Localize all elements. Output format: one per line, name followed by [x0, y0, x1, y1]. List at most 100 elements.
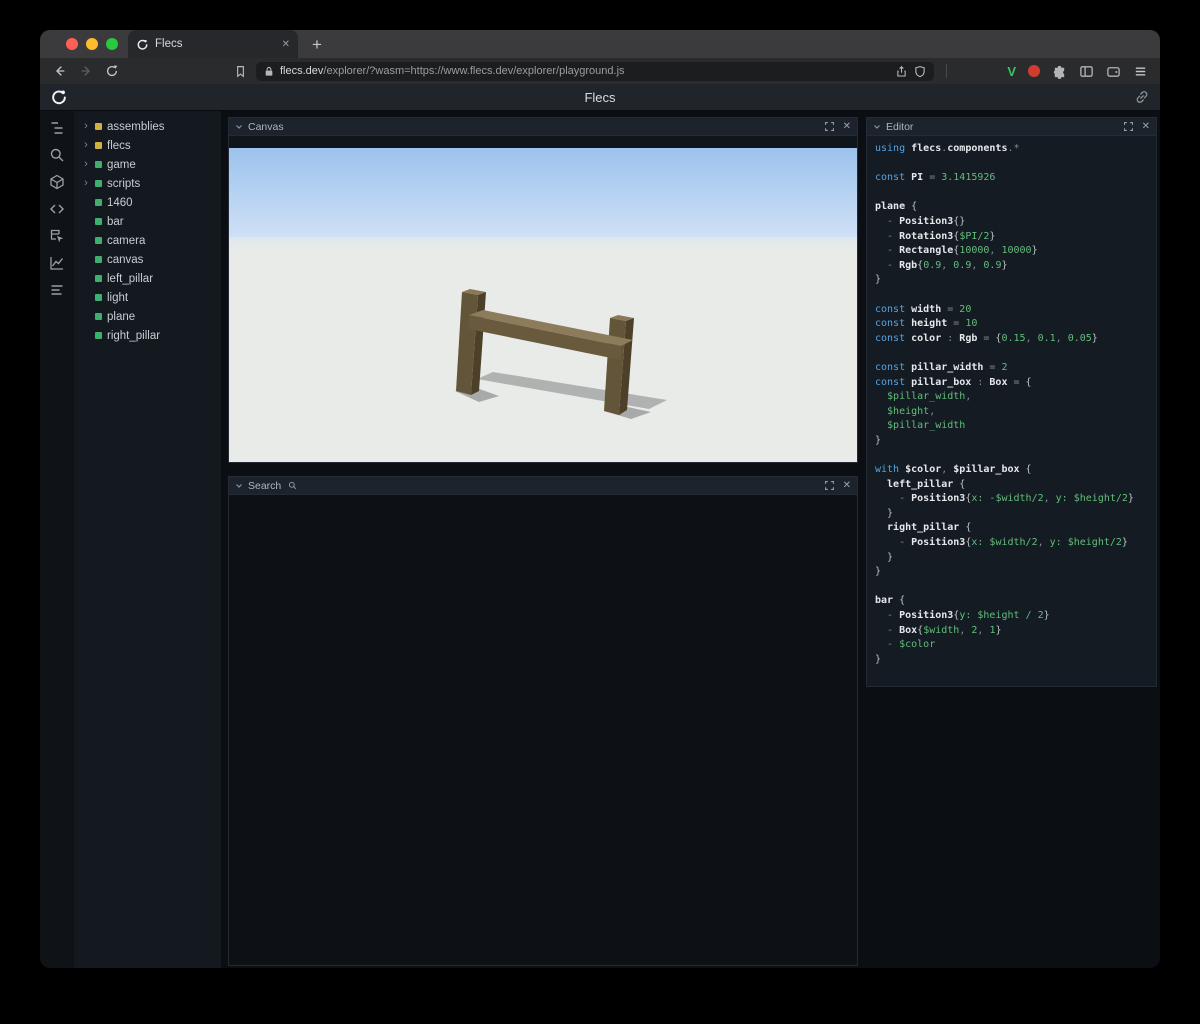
editor-code[interactable]: using flecs.components.* const PI = 3.14… — [867, 136, 1156, 686]
tree-item-scripts[interactable]: › scripts — [74, 174, 221, 193]
forward-button[interactable] — [76, 61, 96, 81]
code-line[interactable]: const PI = 3.1415926 — [875, 171, 1156, 186]
code-line[interactable]: left_pillar { — [875, 478, 1156, 493]
code-line[interactable]: - Box{$width, 2, 1} — [875, 624, 1156, 639]
tree-item-plane[interactable]: plane — [74, 307, 221, 326]
tree-item-game[interactable]: › game — [74, 155, 221, 174]
reload-button[interactable] — [102, 61, 122, 81]
tree-item-right_pillar[interactable]: right_pillar — [74, 326, 221, 345]
code-line[interactable]: - Rgb{0.9, 0.9, 0.9} — [875, 259, 1156, 274]
expand-arrow-icon[interactable]: › — [82, 121, 90, 132]
code-line[interactable]: } — [875, 434, 1156, 449]
cube-icon[interactable] — [44, 173, 70, 191]
tree-item-light[interactable]: light — [74, 288, 221, 307]
code-line[interactable]: - Position3{y: $height / 2} — [875, 609, 1156, 624]
code-line[interactable]: - $color — [875, 638, 1156, 653]
expand-arrow-icon[interactable]: › — [82, 159, 90, 170]
entity-tree: › assemblies › flecs › game › scripts 1460 bar cam… — [74, 111, 221, 968]
expand-icon[interactable] — [824, 481, 834, 490]
bookmark-icon[interactable] — [230, 61, 250, 81]
code-line[interactable]: - Rectangle{10000, 10000} — [875, 244, 1156, 259]
code-line[interactable]: } — [875, 273, 1156, 288]
code-line[interactable]: } — [875, 551, 1156, 566]
extensions-puzzle-icon[interactable] — [1052, 64, 1067, 79]
code-line[interactable]: const pillar_box : Box = { — [875, 376, 1156, 391]
entity-color-square — [95, 161, 102, 168]
code-line[interactable]: right_pillar { — [875, 521, 1156, 536]
code-line[interactable] — [875, 580, 1156, 595]
tree-item-flecs[interactable]: › flecs — [74, 136, 221, 155]
tree-item-camera[interactable]: camera — [74, 231, 221, 250]
entity-label: right_pillar — [107, 329, 161, 342]
entity-label: bar — [107, 215, 124, 228]
expand-arrow-icon[interactable]: › — [82, 178, 90, 189]
code-line[interactable]: } — [875, 653, 1156, 668]
canvas-panel-header: Canvas ✕ — [229, 118, 857, 136]
code-line[interactable]: with $color, $pillar_box { — [875, 463, 1156, 478]
back-button[interactable] — [50, 61, 70, 81]
entity-tree-icon[interactable] — [44, 119, 70, 137]
code-line[interactable]: bar { — [875, 594, 1156, 609]
code-line[interactable]: const height = 10 — [875, 317, 1156, 332]
code-line[interactable]: const width = 20 — [875, 303, 1156, 318]
zoom-window-button[interactable] — [106, 38, 118, 50]
new-tab-button[interactable]: + — [312, 36, 322, 53]
share-icon[interactable] — [895, 65, 908, 78]
toolbar-divider — [946, 64, 948, 78]
code-line[interactable] — [875, 346, 1156, 361]
v-extension-icon[interactable]: V — [1007, 64, 1016, 79]
code-line[interactable]: } — [875, 565, 1156, 580]
code-icon[interactable] — [44, 200, 70, 218]
tree-item-bar[interactable]: bar — [74, 212, 221, 231]
browser-tab[interactable]: Flecs ✕ — [128, 30, 298, 58]
canvas-panel: Canvas ✕ — [228, 117, 858, 463]
code-line[interactable]: - Position3{x: $width/2, y: $height/2} — [875, 536, 1156, 551]
code-line[interactable]: - Rotation3{$PI/2} — [875, 230, 1156, 245]
tree-item-assemblies[interactable]: › assemblies — [74, 117, 221, 136]
close-icon[interactable]: ✕ — [1142, 121, 1150, 132]
chart-icon[interactable] — [44, 254, 70, 272]
url-bar[interactable]: flecs.dev/explorer/?wasm=https://www.fle… — [256, 61, 935, 81]
entity-label: scripts — [107, 177, 141, 190]
wallet-icon[interactable] — [1106, 64, 1121, 79]
code-line[interactable]: using flecs.components.* — [875, 142, 1156, 157]
brave-shield-icon[interactable] — [914, 65, 926, 78]
code-line[interactable] — [875, 448, 1156, 463]
close-icon[interactable]: ✕ — [843, 480, 851, 491]
sidebar-toggle-icon[interactable] — [1079, 64, 1094, 79]
code-line[interactable]: - Position3{x: -$width/2, y: $height/2} — [875, 492, 1156, 507]
search-body[interactable] — [229, 495, 857, 965]
expand-icon[interactable] — [824, 122, 834, 131]
red-extension-icon[interactable] — [1028, 65, 1040, 77]
chevron-down-icon[interactable] — [235, 123, 243, 131]
code-line[interactable] — [875, 157, 1156, 172]
code-line[interactable]: const pillar_width = 2 — [875, 361, 1156, 376]
stats-icon[interactable] — [44, 281, 70, 299]
code-line[interactable]: plane { — [875, 200, 1156, 215]
chevron-down-icon[interactable] — [873, 123, 881, 131]
search-icon[interactable] — [44, 146, 70, 164]
code-line[interactable]: } — [875, 507, 1156, 522]
code-line[interactable]: $height, — [875, 405, 1156, 420]
tab-close-icon[interactable]: ✕ — [282, 39, 290, 50]
code-line[interactable] — [875, 288, 1156, 303]
tree-item-left_pillar[interactable]: left_pillar — [74, 269, 221, 288]
chevron-down-icon[interactable] — [235, 482, 243, 490]
link-icon[interactable] — [1134, 89, 1150, 105]
code-line[interactable] — [875, 186, 1156, 201]
tree-item-canvas[interactable]: canvas — [74, 250, 221, 269]
expand-arrow-icon[interactable]: › — [82, 140, 90, 151]
minimize-window-button[interactable] — [86, 38, 98, 50]
inspect-icon[interactable] — [44, 227, 70, 245]
menu-icon[interactable] — [1133, 64, 1148, 79]
code-line[interactable]: $pillar_width — [875, 419, 1156, 434]
expand-icon[interactable] — [1123, 122, 1133, 131]
canvas-scene[interactable] — [229, 148, 857, 462]
close-window-button[interactable] — [66, 38, 78, 50]
extension-icons: V — [1007, 64, 1148, 79]
tree-item-1460[interactable]: 1460 — [74, 193, 221, 212]
close-icon[interactable]: ✕ — [843, 121, 851, 132]
code-line[interactable]: $pillar_width, — [875, 390, 1156, 405]
code-line[interactable]: const color : Rgb = {0.15, 0.1, 0.05} — [875, 332, 1156, 347]
code-line[interactable]: - Position3{} — [875, 215, 1156, 230]
